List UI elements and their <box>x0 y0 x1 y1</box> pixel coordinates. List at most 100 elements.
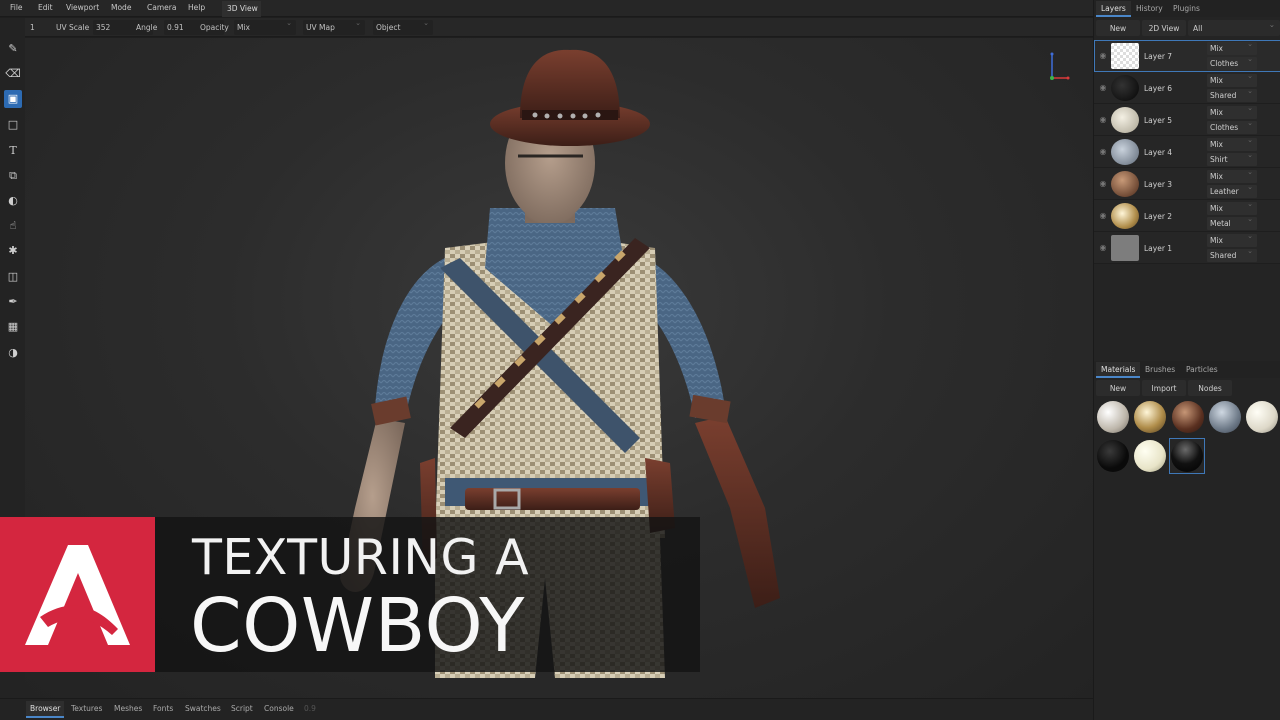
layer-row[interactable]: ◉ Layer 2 Mix Metal <box>1094 200 1280 232</box>
tab-plugins[interactable]: Plugins <box>1173 4 1200 13</box>
layer-blend-dropdown[interactable]: Mix <box>1207 104 1257 119</box>
tab-particles[interactable]: Particles <box>1186 365 1218 374</box>
brush-size-field[interactable]: 1 <box>27 20 45 35</box>
layer-thumbnail <box>1111 43 1139 69</box>
layer-row[interactable]: ◉ Layer 7 Mix Clothes <box>1094 40 1280 72</box>
layer-thumbnail <box>1111 75 1139 101</box>
layer-row[interactable]: ◉ Layer 4 Mix Shirt <box>1094 136 1280 168</box>
mapping-dropdown[interactable]: UV Map <box>303 19 365 35</box>
layer-mask-dropdown[interactable]: Leather <box>1207 183 1257 198</box>
text-icon[interactable]: T <box>4 142 22 160</box>
eye-icon[interactable]: ◉ <box>1098 243 1108 253</box>
layer-name: Layer 7 <box>1144 52 1173 61</box>
bottom-tab-bar: Browser Textures Meshes Fonts Swatches S… <box>0 698 1093 720</box>
layers-tab-bar: Layers History Plugins <box>1094 0 1280 17</box>
layer-mask-dropdown[interactable]: Metal <box>1207 215 1257 230</box>
blend-mode-dropdown[interactable]: Mix <box>234 19 296 35</box>
layer-blend-dropdown[interactable]: Mix <box>1207 168 1257 183</box>
layer-row[interactable]: ◉ Layer 1 Mix Shared <box>1094 232 1280 264</box>
menu-camera[interactable]: Camera <box>147 3 176 12</box>
menu-viewport[interactable]: Viewport <box>66 3 99 12</box>
menu-mode[interactable]: Mode <box>111 3 131 12</box>
eraser-icon[interactable]: ⌫ <box>4 65 22 83</box>
tab-brushes[interactable]: Brushes <box>1145 365 1175 374</box>
tab-script[interactable]: Script <box>231 704 253 713</box>
layer-name: Layer 3 <box>1144 180 1173 189</box>
fill-icon[interactable]: ▣ <box>4 90 22 108</box>
layer-blend-dropdown[interactable]: Mix <box>1207 200 1257 215</box>
tab-swatches[interactable]: Swatches <box>185 704 221 713</box>
eye-icon[interactable]: ◉ <box>1098 83 1108 93</box>
material-swatch[interactable] <box>1134 440 1166 472</box>
layer-thumbnail <box>1111 171 1139 197</box>
uv-scale-label: UV Scale <box>56 23 90 32</box>
angle-label: Angle <box>136 23 158 32</box>
bake-icon[interactable]: ▦ <box>4 318 22 336</box>
new-material-button[interactable]: New <box>1096 380 1140 396</box>
material-swatch[interactable] <box>1172 401 1204 433</box>
eye-icon[interactable]: ◉ <box>1098 147 1108 157</box>
material-swatch[interactable] <box>1097 401 1129 433</box>
layer-name: Layer 4 <box>1144 148 1173 157</box>
color-picker-icon[interactable]: ✒ <box>4 293 22 311</box>
layer-mask-dropdown[interactable]: Shared <box>1207 247 1257 262</box>
title-banner: TEXTURING A COWBOY <box>0 517 1093 672</box>
tab-console[interactable]: Console <box>264 704 294 713</box>
tab-browser[interactable]: Browser <box>26 701 65 718</box>
2d-view-button[interactable]: 2D View <box>1142 20 1186 36</box>
material-swatch[interactable] <box>1209 401 1241 433</box>
layer-blend-dropdown[interactable]: Mix <box>1207 232 1257 247</box>
brush-icon[interactable]: ✎ <box>4 40 22 58</box>
layer-blend-dropdown[interactable]: Mix <box>1207 136 1257 151</box>
nodes-button[interactable]: Nodes <box>1188 380 1232 396</box>
menu-bar: File Edit Viewport Mode Camera Help 3D V… <box>0 0 1093 17</box>
tab-layers[interactable]: Layers <box>1096 1 1131 17</box>
layer-blend-dropdown[interactable]: Mix <box>1207 40 1257 55</box>
new-layer-button[interactable]: New <box>1096 20 1140 36</box>
sticker-icon[interactable]: □ <box>4 116 22 134</box>
tab-textures[interactable]: Textures <box>71 704 102 713</box>
version-label: 0.9 <box>304 704 316 713</box>
tab-meshes[interactable]: Meshes <box>114 704 142 713</box>
eye-icon[interactable]: ◉ <box>1098 115 1108 125</box>
banner-title-line1: TEXTURING A <box>192 529 530 586</box>
tab-3d-view[interactable]: 3D View <box>222 1 261 17</box>
layer-thumbnail <box>1111 203 1139 229</box>
opacity-label: Opacity <box>200 23 229 32</box>
material-swatch[interactable] <box>1097 440 1129 472</box>
layer-mask-dropdown[interactable]: Clothes <box>1207 55 1257 70</box>
clone-icon[interactable]: ⧉ <box>4 167 22 185</box>
mask-icon[interactable]: ◫ <box>4 268 22 286</box>
right-panel: Layers History Plugins New 2D View All ◉… <box>1093 0 1280 720</box>
tab-materials[interactable]: Materials <box>1096 362 1141 378</box>
layer-mask-dropdown[interactable]: Clothes <box>1207 119 1257 134</box>
layer-thumbnail <box>1111 139 1139 165</box>
menu-help[interactable]: Help <box>188 3 205 12</box>
import-material-button[interactable]: Import <box>1142 380 1186 396</box>
material-swatch[interactable] <box>1134 401 1166 433</box>
layer-filter-dropdown[interactable]: All <box>1188 20 1280 36</box>
layer-thumbnail <box>1111 107 1139 133</box>
layer-mask-dropdown[interactable]: Shirt <box>1207 151 1257 166</box>
tab-fonts[interactable]: Fonts <box>153 704 173 713</box>
layer-mask-dropdown[interactable]: Shared <box>1207 87 1257 102</box>
material-swatch-selected[interactable] <box>1171 440 1203 472</box>
layer-row[interactable]: ◉ Layer 3 Mix Leather <box>1094 168 1280 200</box>
layer-blend-dropdown[interactable]: Mix <box>1207 72 1257 87</box>
material-ball-icon[interactable]: ◑ <box>4 344 22 362</box>
menu-edit[interactable]: Edit <box>38 3 53 12</box>
menu-file[interactable]: File <box>10 3 23 12</box>
layer-row[interactable]: ◉ Layer 6 Mix Shared <box>1094 72 1280 104</box>
eye-icon[interactable]: ◉ <box>1098 211 1108 221</box>
layer-thumbnail <box>1111 235 1139 261</box>
blur-icon[interactable]: ◐ <box>4 192 22 210</box>
particle-icon[interactable]: ✱ <box>4 242 22 260</box>
eye-icon[interactable]: ◉ <box>1098 179 1108 189</box>
eye-icon[interactable]: ◉ <box>1098 51 1108 61</box>
axis-gizmo[interactable] <box>1040 48 1070 83</box>
material-swatch[interactable] <box>1246 401 1278 433</box>
layer-row[interactable]: ◉ Layer 5 Mix Clothes <box>1094 104 1280 136</box>
target-dropdown[interactable]: Object <box>373 19 433 35</box>
smudge-icon[interactable]: ☝ <box>4 217 22 235</box>
tab-history[interactable]: History <box>1136 4 1163 13</box>
